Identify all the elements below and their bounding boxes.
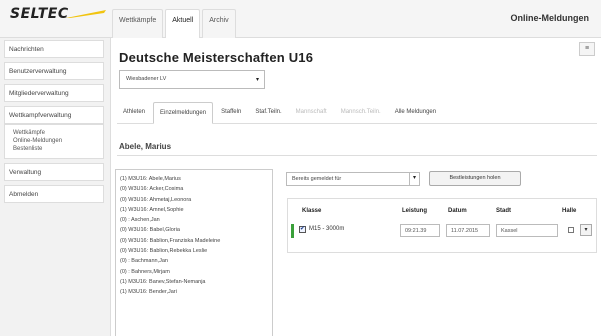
athlete-heading: Abele, Marius [119, 142, 172, 151]
list-item[interactable]: (1) M3U16: Bender,Jari [120, 287, 272, 297]
register-checkbox[interactable]: ✔ [299, 226, 306, 233]
date-field[interactable]: 11.07.2015 [446, 224, 490, 237]
column-header-stadt: Stadt [496, 208, 511, 214]
list-item[interactable]: (1) W3U16: Amnel,Sophie [120, 205, 272, 215]
city-field[interactable]: Kassel [496, 224, 558, 237]
list-item[interactable]: (0) : Bachmann,Jan [120, 256, 272, 266]
sidebar-submenu: Wettkämpfe Online-Meldungen Bestenliste [4, 124, 104, 159]
column-header-halle: Halle [562, 208, 577, 214]
sidebar-item-wettkampfverwaltung[interactable]: Wettkampfverwaltung [4, 106, 104, 124]
athlete-list[interactable]: (1) M3U16: Abele,Marius (0) W3U16: Acker… [115, 169, 273, 336]
divider [117, 155, 597, 156]
tab-staffel-teilnehmer[interactable]: Staf.Teiln. [249, 102, 287, 124]
tab-mannschaft: Mannschaft [295, 109, 327, 115]
status-indicator [291, 224, 294, 238]
list-icon[interactable]: ≡ [579, 42, 595, 56]
sidebar-item-abmelden[interactable]: Abmelden [4, 185, 104, 203]
list-item[interactable]: (0) W3U16: Bablion,Franziska Madeleine [120, 236, 272, 246]
chevron-down-icon[interactable]: ▾ [580, 224, 592, 236]
app-header: SELTEC Wettkämpfe Aktuell Archiv Online-… [0, 0, 601, 38]
sidebar-item-verwaltung[interactable]: Verwaltung [4, 163, 104, 181]
fetch-best-performances-button[interactable]: Bestleistungen holen [429, 171, 521, 186]
list-item[interactable]: (1) M3U16: Abele,Marius [120, 174, 272, 184]
top-tabs: Wettkämpfe Aktuell Archiv [112, 9, 238, 38]
list-item[interactable]: (0) W3U16: Ahmetaj,Leonora [120, 195, 272, 205]
seltec-logo: SELTEC [10, 6, 106, 34]
sidebar-item-mitgliederverwaltung[interactable]: Mitgliederverwaltung [4, 84, 104, 102]
header-title: Online-Meldungen [510, 13, 590, 23]
column-header-datum: Datum [448, 208, 467, 214]
club-select[interactable]: Wiesbadener LV ▾ [119, 70, 265, 89]
chevron-down-icon: ▾ [255, 77, 259, 83]
sidebar-item-nachrichten[interactable]: Nachrichten [4, 40, 104, 58]
tab-mannschaft-teilnehmer: Mannsch.Teiln. [340, 109, 381, 115]
logo-text: SELTEC [10, 6, 69, 22]
table-row: ✔ M15 - 3000m 09:21.39 11.07.2015 Kassel… [288, 223, 596, 239]
list-item[interactable]: (0) W3U16: Acker,Cosima [120, 184, 272, 194]
indoor-checkbox[interactable] [568, 227, 574, 233]
tab-wettkaempfe[interactable]: Wettkämpfe [112, 9, 164, 38]
sub-tabs: Athleten Einzelmeldungen Staffeln Staf.T… [117, 102, 597, 124]
tab-staffeln[interactable]: Staffeln [215, 102, 247, 124]
list-item[interactable]: (0) : Bahners,Mirjam [120, 267, 272, 277]
column-header-klasse: Klasse [302, 208, 322, 214]
sidebar-sub-online-meldungen[interactable]: Online-Meldungen [13, 137, 99, 145]
logo-swoosh-icon [66, 10, 106, 18]
tab-archiv[interactable]: Archiv [202, 9, 236, 38]
chevron-down-icon: ▾ [409, 173, 419, 185]
sidebar-sub-wettkaempfe[interactable]: Wettkämpfe [13, 129, 99, 137]
list-item[interactable]: (1) M3U16: Banev,Stefan-Nemanja [120, 277, 272, 287]
tab-alle-meldungen[interactable]: Alle Meldungen [389, 102, 442, 124]
sidebar: Nachrichten Benutzerverwaltung Mitgliede… [4, 40, 104, 207]
tab-einzelmeldungen[interactable]: Einzelmeldungen [153, 102, 214, 124]
sidebar-sub-bestenliste[interactable]: Bestenliste [13, 145, 99, 153]
main-panel: Deutsche Meisterschaften U16 ≡ Wiesbaden… [110, 38, 601, 336]
page-title: Deutsche Meisterschaften U16 [119, 50, 314, 65]
filter-select-value: Bereits gemeldet für [292, 176, 342, 182]
column-header-leistung: Leistung [402, 208, 427, 214]
registration-table: Klasse Leistung Datum Stadt Halle ✔ M15 … [287, 198, 597, 253]
filter-select[interactable]: Bereits gemeldet für ▾ [286, 172, 420, 186]
list-item[interactable]: (0) W3U16: Babel,Gloria [120, 225, 272, 235]
list-item[interactable]: (0) : Aschen,Jan [120, 215, 272, 225]
sidebar-item-benutzerverwaltung[interactable]: Benutzerverwaltung [4, 62, 104, 80]
class-label: M15 - 3000m [309, 226, 345, 232]
club-select-value: Wiesbadener LV [126, 76, 167, 82]
list-item[interactable]: (0) W3U16: Bablion,Rebekka Leslie [120, 246, 272, 256]
tab-aktuell[interactable]: Aktuell [165, 9, 201, 38]
performance-field[interactable]: 09:21.39 [400, 224, 440, 237]
tab-athleten[interactable]: Athleten [117, 102, 151, 124]
